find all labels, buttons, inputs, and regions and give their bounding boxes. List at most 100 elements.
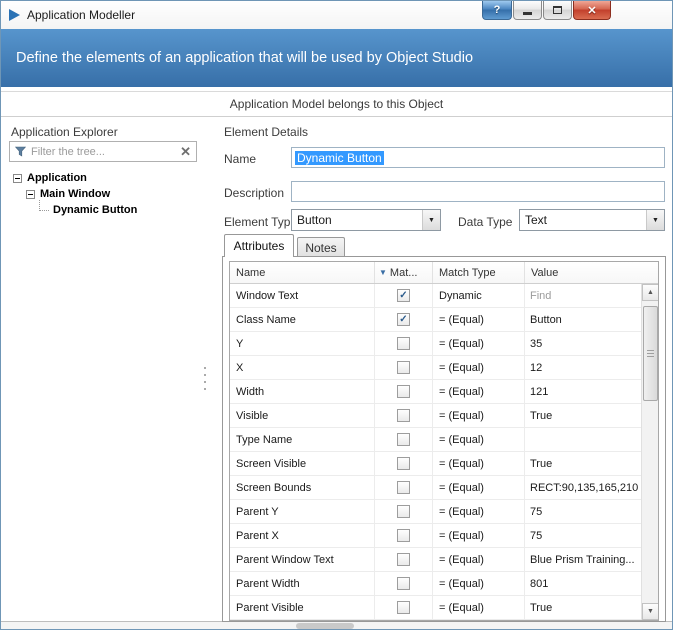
table-row[interactable]: Parent Visible= (Equal)True — [230, 596, 641, 620]
attribute-match-type[interactable]: = (Equal) — [433, 596, 525, 619]
match-checkbox[interactable] — [397, 385, 410, 398]
table-row[interactable]: X= (Equal)12 — [230, 356, 641, 380]
match-checkbox[interactable] — [397, 481, 410, 494]
filter-sort-icon[interactable]: ▼ — [379, 268, 387, 277]
column-header-name[interactable]: Name — [230, 262, 375, 283]
column-header-value[interactable]: Value — [525, 262, 658, 283]
match-checkbox[interactable]: ✓ — [397, 313, 410, 326]
vertical-scrollbar[interactable]: ▲ ▼ — [641, 284, 658, 620]
attribute-match-type[interactable]: = (Equal) — [433, 380, 525, 403]
attribute-value[interactable]: 121 — [525, 380, 641, 403]
attribute-match-type[interactable]: = (Equal) — [433, 548, 525, 571]
match-checkbox[interactable] — [397, 457, 410, 470]
match-checkbox[interactable]: ✓ — [397, 289, 410, 302]
table-row[interactable]: Class Name ✓ = (Equal)Button — [230, 308, 641, 332]
attribute-match-cell — [375, 524, 433, 547]
attributes-table: Name ▼Mat... Match Type Value Window Tex… — [229, 261, 659, 621]
attribute-value[interactable]: Blue Prism Training... — [525, 548, 641, 571]
attribute-value[interactable]: Find — [525, 284, 641, 307]
minimize-button[interactable] — [513, 1, 542, 20]
table-row[interactable]: Width= (Equal)121 — [230, 380, 641, 404]
table-row[interactable]: Parent Width= (Equal)801 — [230, 572, 641, 596]
attribute-match-cell — [375, 596, 433, 619]
attribute-value[interactable]: 12 — [525, 356, 641, 379]
match-checkbox[interactable] — [397, 577, 410, 590]
panel-splitter[interactable] — [204, 367, 206, 390]
attribute-match-cell — [375, 500, 433, 523]
horizontal-scrollbar-thumb[interactable] — [296, 623, 354, 629]
attribute-value[interactable]: RECT:90,135,165,210 — [525, 476, 641, 499]
attribute-value[interactable]: True — [525, 596, 641, 619]
table-row[interactable]: Y= (Equal)35 — [230, 332, 641, 356]
attribute-match-type[interactable]: = (Equal) — [433, 404, 525, 427]
attribute-match-cell — [375, 476, 433, 499]
attribute-match-type[interactable]: = (Equal) — [433, 572, 525, 595]
attribute-value[interactable]: 75 — [525, 524, 641, 547]
attribute-value[interactable] — [525, 428, 641, 451]
tab-notes[interactable]: Notes — [297, 237, 345, 257]
match-checkbox[interactable] — [397, 433, 410, 446]
table-row[interactable]: Window Text✓DynamicFind — [230, 284, 641, 308]
tree-item-dynamic-button[interactable]: Dynamic Button — [9, 202, 201, 218]
element-type-value: Button — [292, 210, 422, 230]
title-bar[interactable]: Application Modeller ? ✕ — [1, 1, 672, 29]
table-row[interactable]: Parent Window Text= (Equal)Blue Prism Tr… — [230, 548, 641, 572]
filter-tree-input[interactable]: Filter the tree... ✕ — [9, 141, 197, 162]
table-row[interactable]: Screen Visible = (Equal)True — [230, 452, 641, 476]
attribute-match-type[interactable]: = (Equal) — [433, 332, 525, 355]
close-button[interactable]: ✕ — [573, 1, 611, 20]
attribute-match-cell — [375, 548, 433, 571]
maximize-button[interactable] — [543, 1, 572, 20]
tree-item-application[interactable]: Application — [9, 170, 201, 186]
attribute-value[interactable]: 801 — [525, 572, 641, 595]
name-input[interactable]: Dynamic Button — [291, 147, 665, 168]
attribute-value[interactable]: Button — [525, 308, 641, 331]
attribute-match-type[interactable]: = (Equal) — [433, 308, 525, 331]
attribute-name: Screen Visible — [230, 452, 375, 475]
attribute-value[interactable]: True — [525, 404, 641, 427]
attribute-match-type[interactable]: Dynamic — [433, 284, 525, 307]
attribute-match-type[interactable]: = (Equal) — [433, 500, 525, 523]
clear-filter-icon[interactable]: ✕ — [180, 145, 191, 158]
match-checkbox[interactable] — [397, 505, 410, 518]
match-checkbox[interactable] — [397, 529, 410, 542]
attribute-name: Class Name — [230, 308, 375, 331]
attribute-value[interactable]: 75 — [525, 500, 641, 523]
column-header-match-type[interactable]: Match Type — [433, 262, 525, 283]
attribute-match-type[interactable]: = (Equal) — [433, 476, 525, 499]
data-type-select[interactable]: Text ▼ — [519, 209, 665, 231]
attribute-match-type[interactable]: = (Equal) — [433, 452, 525, 475]
tree-collapse-icon[interactable] — [13, 174, 22, 183]
chevron-down-icon[interactable]: ▼ — [646, 210, 664, 230]
scroll-up-button[interactable]: ▲ — [642, 284, 658, 301]
maximize-icon — [553, 6, 562, 14]
match-checkbox[interactable] — [397, 553, 410, 566]
match-checkbox[interactable] — [397, 409, 410, 422]
attribute-match-type[interactable]: = (Equal) — [433, 428, 525, 451]
attribute-match-cell — [375, 380, 433, 403]
tree-item-main-window[interactable]: Main Window — [9, 186, 201, 202]
table-row[interactable]: Parent X= (Equal)75 — [230, 524, 641, 548]
scrollbar-thumb[interactable] — [643, 306, 658, 401]
attribute-match-type[interactable]: = (Equal) — [433, 524, 525, 547]
help-button[interactable]: ? — [482, 1, 512, 20]
column-header-match[interactable]: ▼Mat... — [375, 262, 433, 283]
attribute-match-type[interactable]: = (Equal) — [433, 356, 525, 379]
tree-collapse-icon[interactable] — [26, 190, 35, 199]
tab-attributes[interactable]: Attributes — [224, 234, 294, 257]
table-row[interactable]: Screen Bounds= (Equal)RECT:90,135,165,21… — [230, 476, 641, 500]
table-row[interactable]: Type Name= (Equal) — [230, 428, 641, 452]
match-checkbox[interactable] — [397, 361, 410, 374]
table-row[interactable]: Parent Y= (Equal)75 — [230, 500, 641, 524]
chevron-down-icon[interactable]: ▼ — [422, 210, 440, 230]
banner-text: Define the elements of an application th… — [16, 50, 473, 66]
element-type-select[interactable]: Button ▼ — [291, 209, 441, 231]
attribute-value[interactable]: True — [525, 452, 641, 475]
description-input[interactable] — [291, 181, 665, 202]
name-value: Dynamic Button — [295, 151, 384, 165]
table-row[interactable]: Visible= (Equal)True — [230, 404, 641, 428]
match-checkbox[interactable] — [397, 601, 410, 614]
attribute-value[interactable]: 35 — [525, 332, 641, 355]
scroll-down-button[interactable]: ▼ — [642, 603, 658, 620]
match-checkbox[interactable] — [397, 337, 410, 350]
